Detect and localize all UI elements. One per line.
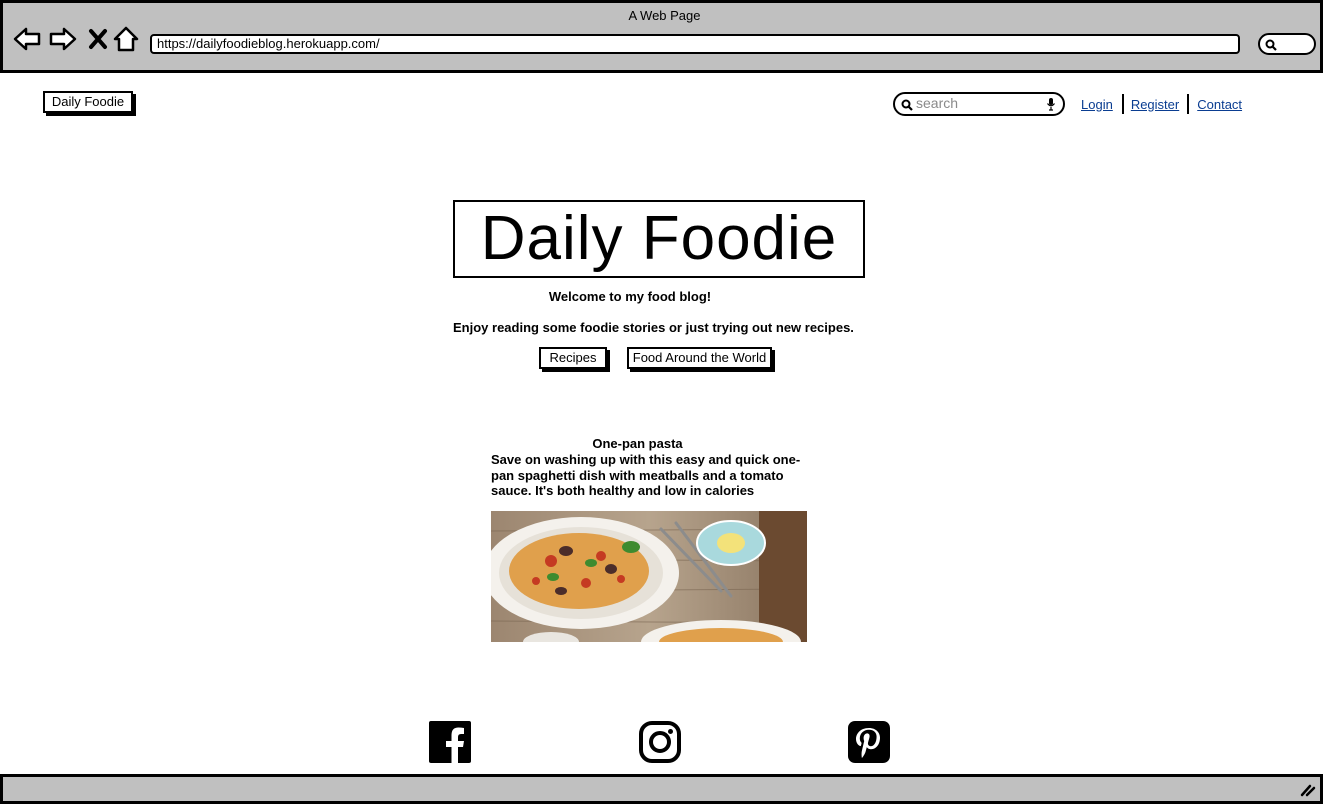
nav-divider bbox=[1121, 94, 1124, 114]
pinterest-icon[interactable] bbox=[848, 721, 890, 763]
forward-arrow-icon bbox=[49, 27, 77, 51]
close-icon bbox=[89, 29, 107, 49]
search-icon bbox=[1265, 39, 1277, 51]
site-search-input[interactable]: search bbox=[893, 92, 1065, 116]
microphone-icon[interactable] bbox=[1046, 97, 1056, 111]
home-button[interactable] bbox=[111, 24, 141, 54]
food-around-world-button[interactable]: Food Around the World bbox=[627, 347, 772, 369]
facebook-icon[interactable] bbox=[429, 721, 471, 763]
hero-title-box: Daily Foodie bbox=[453, 200, 865, 278]
top-nav: Login Register Contact bbox=[1081, 94, 1242, 114]
article-text: Save on washing up with this easy and qu… bbox=[491, 452, 801, 498]
nav-login-link[interactable]: Login bbox=[1081, 97, 1113, 112]
stop-button[interactable] bbox=[83, 24, 113, 54]
back-arrow-icon bbox=[13, 27, 41, 51]
nav-contact-link[interactable]: Contact bbox=[1197, 97, 1242, 112]
browser-search-field[interactable] bbox=[1258, 33, 1316, 55]
browser-window: A Web Page https://dailyfoodieblog.herok… bbox=[0, 0, 1323, 804]
article-image bbox=[491, 511, 807, 642]
page-title: Daily Foodie bbox=[480, 204, 838, 273]
browser-statusbar bbox=[0, 774, 1323, 804]
search-icon bbox=[901, 99, 913, 111]
window-title: A Web Page bbox=[628, 8, 701, 23]
address-bar[interactable]: https://dailyfoodieblog.herokuapp.com/ bbox=[150, 34, 1240, 54]
instagram-icon[interactable] bbox=[639, 721, 681, 763]
hero-subtitle: Welcome to my food blog! bbox=[548, 289, 712, 304]
back-button[interactable] bbox=[12, 24, 42, 54]
hero-tagline: Enjoy reading some foodie stories or jus… bbox=[453, 320, 854, 335]
article-title: One-pan pasta bbox=[592, 436, 683, 451]
recipes-button[interactable]: Recipes bbox=[539, 347, 607, 369]
search-placeholder: search bbox=[916, 95, 959, 111]
forward-button[interactable] bbox=[48, 24, 78, 54]
nav-register-link[interactable]: Register bbox=[1131, 97, 1179, 112]
browser-toolbar: A Web Page https://dailyfoodieblog.herok… bbox=[0, 0, 1323, 73]
brand-button[interactable]: Daily Foodie bbox=[43, 91, 133, 113]
resize-grip-icon[interactable] bbox=[1300, 783, 1316, 797]
nav-divider bbox=[1187, 94, 1190, 114]
home-icon bbox=[113, 26, 139, 52]
